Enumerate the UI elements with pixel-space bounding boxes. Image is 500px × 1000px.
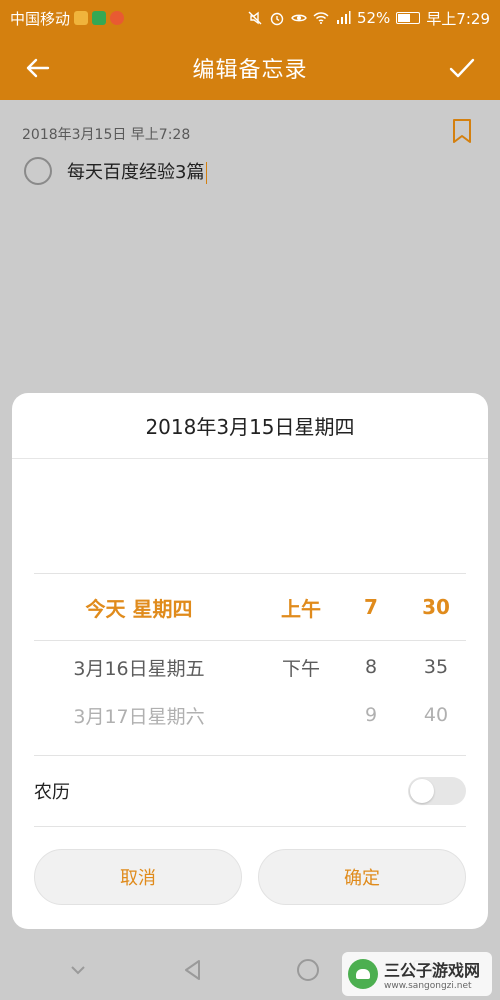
watermark-name: 三公子游戏网 [384, 961, 481, 980]
picker-hour-far[interactable]: 9 [346, 704, 396, 726]
toggle-knob [410, 779, 434, 803]
nav-back-icon[interactable] [179, 956, 207, 984]
lunar-calendar-row: 农历 [34, 755, 466, 827]
picker-minute-far[interactable]: 40 [406, 704, 466, 726]
picker-date-next[interactable]: 3月16日星期五 [34, 654, 244, 681]
picker-date-selected[interactable]: 今天 星期四 [34, 593, 244, 622]
battery-icon [396, 12, 421, 24]
watermark-text: 三公子游戏网 www.sangongzi.net [384, 957, 480, 991]
android-logo-icon [348, 959, 378, 989]
page-title: 编辑备忘录 [192, 58, 308, 83]
text-caret [206, 162, 208, 184]
picker-date-far[interactable]: 3月17日星期六 [34, 702, 244, 729]
picker-row-far[interactable]: 3月17日星期六 9 40 [34, 693, 466, 737]
datetime-picker-dialog: 2018年3月15日星期四 今天 星期四 上午 7 30 3月16日星期五 下午… [12, 393, 488, 929]
site-watermark: 三公子游戏网 www.sangongzi.net [342, 952, 492, 996]
mute-icon [247, 10, 263, 26]
picker-wheels[interactable]: 今天 星期四 上午 7 30 3月16日星期五 下午 8 35 3月17日星期六… [34, 573, 466, 737]
notification-app-icon [74, 11, 89, 25]
back-arrow-icon[interactable] [22, 52, 54, 84]
nav-home-icon[interactable] [294, 956, 322, 984]
status-bar: 中国移动 52% 早上7:29 [0, 0, 500, 36]
picker-row-next[interactable]: 3月16日星期五 下午 8 35 [34, 641, 466, 693]
picker-header: 2018年3月15日星期四 [12, 393, 488, 459]
cancel-button[interactable]: 取消 [34, 849, 242, 905]
ok-button[interactable]: 确定 [258, 849, 466, 905]
status-left: 中国移动 [10, 8, 125, 29]
check-icon[interactable] [446, 52, 478, 84]
watermark-url: www.sangongzi.net [384, 981, 472, 991]
picker-row-selected[interactable]: 今天 星期四 上午 7 30 [34, 574, 466, 640]
note-date: 2018年3月15日 早上7:28 [22, 127, 191, 143]
alarm-icon [269, 10, 285, 26]
note-text[interactable]: 每天百度经验3篇 [67, 158, 208, 184]
notification-play-icon [110, 11, 125, 25]
picker-ampm-next[interactable]: 下午 [266, 654, 336, 681]
note-text-content: 每天百度经验3篇 [67, 162, 205, 183]
picker-hour-selected[interactable]: 7 [346, 595, 396, 619]
picker-ampm-selected[interactable]: 上午 [266, 593, 336, 622]
status-right: 52% 早上7:29 [247, 8, 490, 29]
todo-checkbox[interactable] [24, 157, 52, 185]
picker-minute-selected[interactable]: 30 [406, 595, 466, 619]
signal-icon [335, 10, 351, 26]
eye-icon [291, 10, 307, 26]
picker-minute-next[interactable]: 35 [406, 656, 466, 678]
carrier-name: 中国移动 [10, 9, 71, 28]
lunar-label: 农历 [34, 782, 70, 803]
chevron-down-icon[interactable] [64, 956, 92, 984]
app-bar: 编辑备忘录 [0, 36, 500, 100]
bookmark-icon[interactable] [450, 118, 474, 144]
picker-hour-next[interactable]: 8 [346, 656, 396, 678]
status-time: 早上7:29 [426, 9, 490, 28]
battery-percent: 52% [356, 9, 391, 27]
notification-book-icon [92, 11, 107, 25]
lunar-toggle[interactable] [408, 777, 466, 805]
wifi-icon [313, 10, 329, 26]
